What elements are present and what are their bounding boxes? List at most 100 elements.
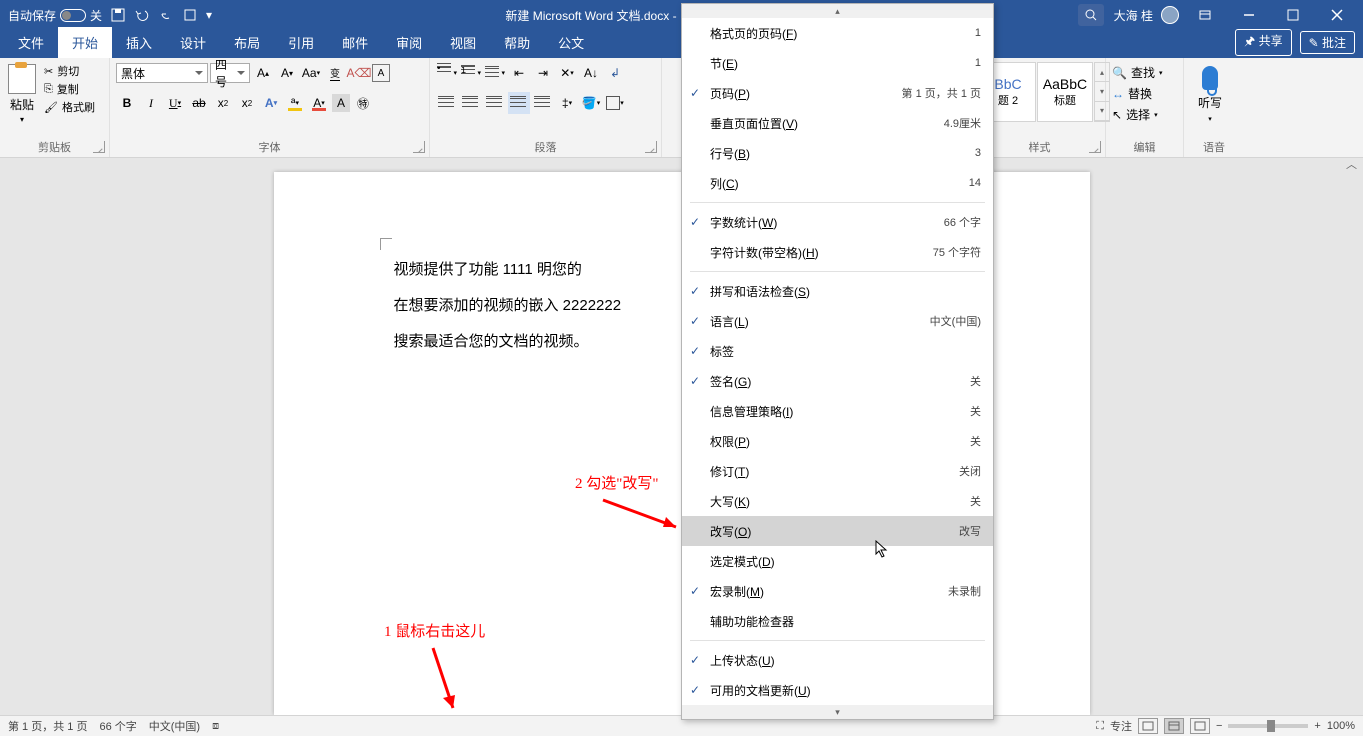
menu-item-10[interactable]: ✓标签 xyxy=(682,336,993,366)
select-button[interactable]: ↖选择▾ xyxy=(1112,106,1158,123)
minimize-icon[interactable] xyxy=(1231,0,1267,30)
paste-button[interactable]: 粘贴 ▾ xyxy=(6,62,38,126)
superscript-button[interactable]: x2 xyxy=(236,92,258,114)
menu-item-14[interactable]: 修订(T)关闭 xyxy=(682,456,993,486)
menu-scroll-up[interactable]: ▴ xyxy=(682,4,993,18)
maximize-icon[interactable] xyxy=(1275,0,1311,30)
menu-item-4[interactable]: 行号(B)3 xyxy=(682,138,993,168)
enclose-char-button[interactable]: ㊕ xyxy=(352,92,374,114)
align-right-button[interactable] xyxy=(484,92,506,114)
underline-button[interactable]: U▾ xyxy=(164,92,186,114)
italic-button[interactable]: I xyxy=(140,92,162,114)
sb-word-count[interactable]: 66 个字 xyxy=(99,718,136,734)
user-name[interactable]: 大海 桂 xyxy=(1114,7,1153,24)
redo-icon[interactable] xyxy=(158,7,174,23)
menu-item-19[interactable]: 辅助功能检查器 xyxy=(682,606,993,636)
tab-view[interactable]: 视图 xyxy=(436,27,490,58)
menu-item-1[interactable]: 节(E)1 xyxy=(682,48,993,78)
char-border-button[interactable]: A xyxy=(372,64,390,82)
menu-item-9[interactable]: ✓语言(L)中文(中国) xyxy=(682,306,993,336)
decrease-indent-button[interactable]: ⇤ xyxy=(508,62,530,84)
tab-review[interactable]: 审阅 xyxy=(382,27,436,58)
sb-focus[interactable]: 专注 xyxy=(1110,718,1132,734)
sb-page[interactable]: 第 1 页，共 1 页 xyxy=(8,718,87,734)
sb-language[interactable]: 中文(中国) xyxy=(149,718,200,734)
sb-accessibility-icon[interactable]: ⧈ xyxy=(212,720,219,733)
share-button[interactable]: 🖈 共享 xyxy=(1235,29,1291,56)
font-color-button[interactable]: A▾ xyxy=(308,92,330,114)
distribute-button[interactable] xyxy=(532,92,554,114)
autosave-toggle[interactable]: 自动保存 关 xyxy=(8,7,102,24)
asian-layout-button[interactable]: ✕▾ xyxy=(556,62,578,84)
menu-item-17[interactable]: 选定模式(D) xyxy=(682,546,993,576)
menu-item-8[interactable]: ✓拼写和语法检查(S) xyxy=(682,276,993,306)
change-case-button[interactable]: Aa▾ xyxy=(300,62,322,84)
menu-item-16[interactable]: 改写(O)改写 xyxy=(682,516,993,546)
menu-item-20[interactable]: ✓上传状态(U) xyxy=(682,645,993,675)
shading-button[interactable]: 🪣▾ xyxy=(580,92,602,114)
font-name-combo[interactable]: 黑体 xyxy=(116,63,208,83)
format-painter-button[interactable]: 🖌格式刷 xyxy=(42,98,97,116)
tab-design[interactable]: 设计 xyxy=(166,27,220,58)
tab-home[interactable]: 开始 xyxy=(58,27,112,58)
align-left-button[interactable] xyxy=(436,92,458,114)
font-size-combo[interactable]: 四号 xyxy=(210,63,250,83)
styles-dialog-launcher[interactable] xyxy=(1089,141,1101,153)
search-icon[interactable] xyxy=(1078,4,1104,26)
view-read-button[interactable] xyxy=(1138,718,1158,734)
tab-mailings[interactable]: 邮件 xyxy=(328,27,382,58)
zoom-out-button[interactable]: − xyxy=(1216,720,1222,732)
char-shading-button[interactable]: A xyxy=(332,94,350,112)
menu-item-5[interactable]: 列(C)14 xyxy=(682,168,993,198)
show-marks-button[interactable]: ↲ xyxy=(604,62,626,84)
justify-button[interactable] xyxy=(508,92,530,114)
find-button[interactable]: 🔍查找▾ xyxy=(1112,64,1162,81)
tab-references[interactable]: 引用 xyxy=(274,27,328,58)
numbering-button[interactable]: ▾ xyxy=(460,62,482,84)
paragraph-dialog-launcher[interactable] xyxy=(645,141,657,153)
multilevel-list-button[interactable]: ▾ xyxy=(484,62,506,84)
save-icon[interactable] xyxy=(110,7,126,23)
highlight-button[interactable]: ª▾ xyxy=(284,92,306,114)
clear-format-button[interactable]: A⌫ xyxy=(348,62,370,84)
phonetic-guide-button[interactable]: 变 xyxy=(324,62,346,84)
borders-button[interactable]: ▾ xyxy=(604,92,626,114)
menu-item-15[interactable]: 大写(K)关 xyxy=(682,486,993,516)
menu-item-12[interactable]: 信息管理策略(I)关 xyxy=(682,396,993,426)
menu-item-11[interactable]: ✓签名(G)关 xyxy=(682,366,993,396)
menu-item-18[interactable]: ✓宏录制(M)未录制 xyxy=(682,576,993,606)
view-print-button[interactable] xyxy=(1164,718,1184,734)
copy-button[interactable]: ⎘复制 xyxy=(42,80,97,98)
zoom-slider[interactable] xyxy=(1228,724,1308,728)
menu-item-2[interactable]: ✓页码(P)第 1 页，共 1 页 xyxy=(682,78,993,108)
view-web-button[interactable] xyxy=(1190,718,1210,734)
replace-button[interactable]: ↔替换 xyxy=(1112,85,1152,102)
tab-file[interactable]: 文件 xyxy=(4,27,58,58)
collapse-ribbon-icon[interactable]: ︿ xyxy=(1346,156,1357,172)
increase-indent-button[interactable]: ⇥ xyxy=(532,62,554,84)
font-dialog-launcher[interactable] xyxy=(413,141,425,153)
menu-item-0[interactable]: 格式页的页码(F)1 xyxy=(682,18,993,48)
menu-item-13[interactable]: 权限(P)关 xyxy=(682,426,993,456)
bullets-button[interactable]: ▾ xyxy=(436,62,458,84)
decrease-font-button[interactable]: A▾ xyxy=(276,62,298,84)
undo-icon[interactable] xyxy=(134,7,150,23)
strikethrough-button[interactable]: ab xyxy=(188,92,210,114)
avatar[interactable] xyxy=(1161,6,1179,24)
align-center-button[interactable] xyxy=(460,92,482,114)
sort-button[interactable]: A↓ xyxy=(580,62,602,84)
cut-button[interactable]: ✂剪切 xyxy=(42,62,97,80)
dictate-button[interactable]: 听写 ▾ xyxy=(1190,62,1230,127)
comments-button[interactable]: ✎ 批注 xyxy=(1300,31,1355,54)
zoom-level[interactable]: 100% xyxy=(1327,720,1355,732)
menu-item-3[interactable]: 垂直页面位置(V)4.9厘米 xyxy=(682,108,993,138)
subscript-button[interactable]: x2 xyxy=(212,92,234,114)
bold-button[interactable]: B xyxy=(116,92,138,114)
style-tile-title[interactable]: AaBbC 标题 xyxy=(1037,62,1093,122)
increase-font-button[interactable]: A▴ xyxy=(252,62,274,84)
tab-gongwen[interactable]: 公文 xyxy=(544,27,598,58)
menu-item-7[interactable]: 字符计数(带空格)(H)75 个字符 xyxy=(682,237,993,267)
tab-help[interactable]: 帮助 xyxy=(490,27,544,58)
zoom-in-button[interactable]: + xyxy=(1314,720,1320,732)
clipboard-dialog-launcher[interactable] xyxy=(93,141,105,153)
